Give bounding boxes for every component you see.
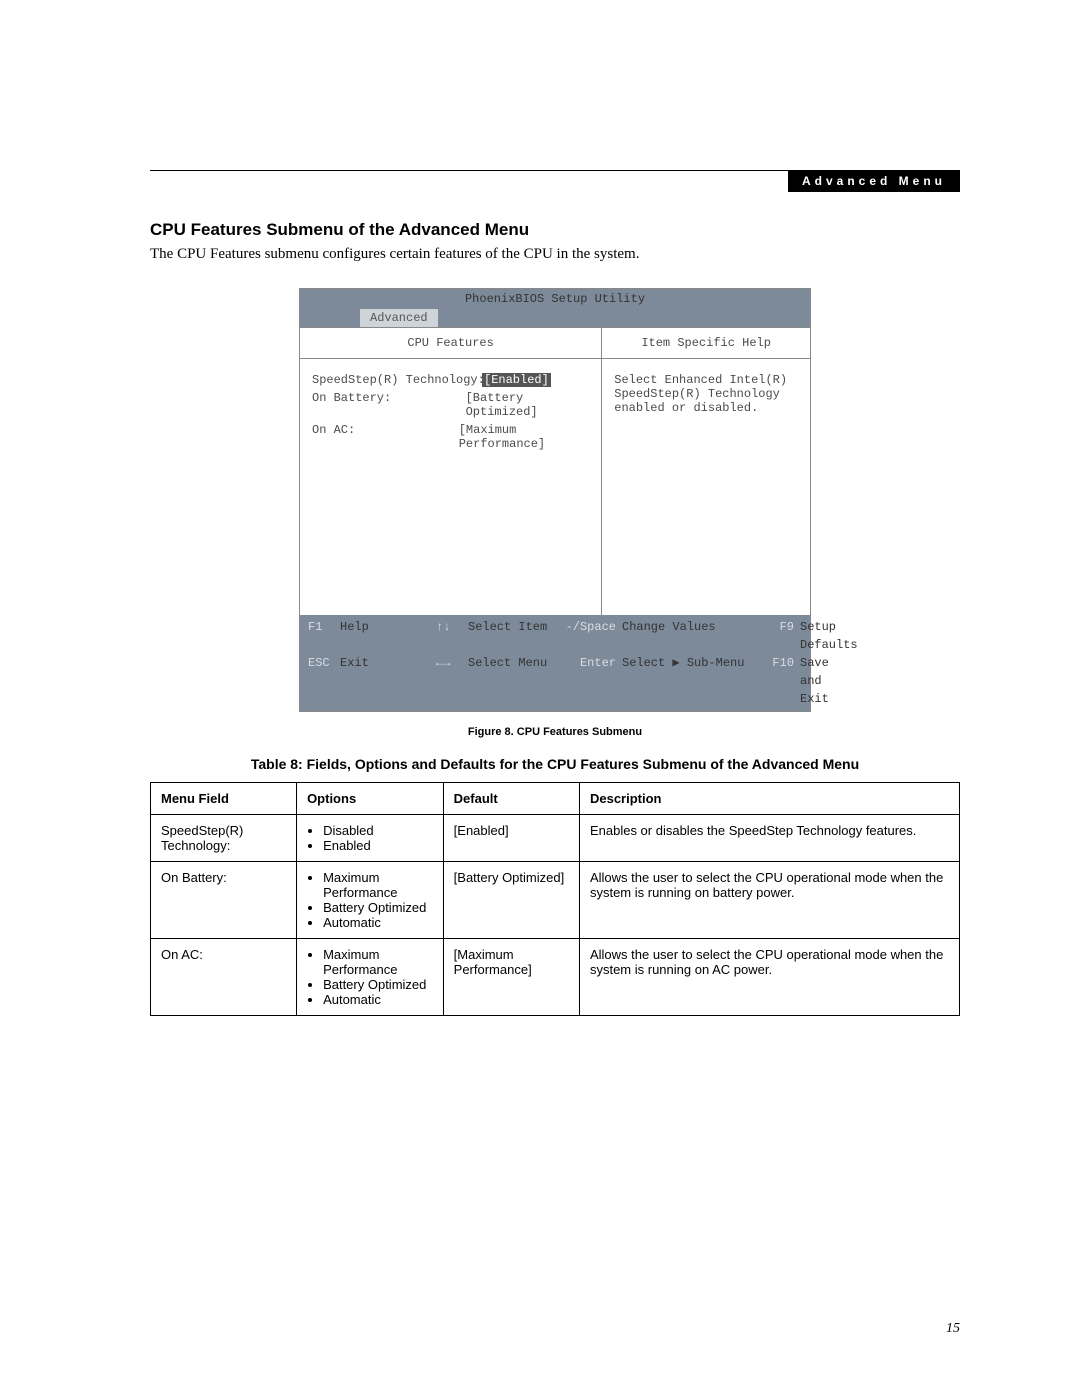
- option-item: Battery Optimized: [323, 900, 433, 915]
- bios-key: ←→: [436, 654, 462, 708]
- bios-key-label: Select ▶ Sub-Menu: [622, 654, 762, 708]
- bios-left-header: CPU Features: [300, 328, 601, 359]
- option-item: Disabled: [323, 823, 433, 838]
- cell-default: [Maximum Performance]: [443, 939, 579, 1016]
- bios-help-header: Item Specific Help: [602, 328, 810, 359]
- bios-key-label: Help: [340, 618, 430, 654]
- bios-value: [Maximum Performance]: [459, 423, 590, 451]
- cell-description: Allows the user to select the CPU operat…: [579, 862, 959, 939]
- cell-field: On Battery:: [151, 862, 297, 939]
- cell-options: Disabled Enabled: [297, 815, 444, 862]
- bios-value: [Battery Optimized]: [466, 391, 590, 419]
- bios-value-selected: [Enabled]: [482, 373, 551, 387]
- bios-tab-advanced: Advanced: [360, 309, 438, 327]
- cell-description: Enables or disables the SpeedStep Techno…: [579, 815, 959, 862]
- bios-footer: F1Help ↑↓Select Item -/SpaceChange Value…: [300, 615, 810, 711]
- bios-footer-row-1: F1Help ↑↓Select Item -/SpaceChange Value…: [308, 618, 802, 654]
- cell-options: Maximum Performance Battery Optimized Au…: [297, 862, 444, 939]
- table-row: On AC: Maximum Performance Battery Optim…: [151, 939, 960, 1016]
- bios-key: F1: [308, 618, 334, 654]
- bios-key: F10: [768, 654, 794, 708]
- bios-label: On AC:: [312, 423, 459, 451]
- bios-footer-row-2: ESCExit ←→Select Menu EnterSelect ▶ Sub-…: [308, 654, 802, 708]
- bios-key-label: Save and Exit: [800, 654, 829, 708]
- bios-key: ESC: [308, 654, 334, 708]
- bios-key-label: Select Item: [468, 618, 558, 654]
- page: Advanced Menu CPU Features Submenu of th…: [0, 0, 1080, 1397]
- table-header: Menu Field: [151, 783, 297, 815]
- bios-key: ↑↓: [436, 618, 462, 654]
- bios-key: -/Space: [564, 618, 616, 654]
- bios-row-on-ac: On AC: [Maximum Performance]: [312, 423, 589, 451]
- heading: CPU Features Submenu of the Advanced Men…: [150, 220, 960, 240]
- bios-label: On Battery:: [312, 391, 466, 419]
- section-badge: Advanced Menu: [788, 170, 960, 192]
- page-number: 15: [946, 1321, 960, 1337]
- cell-field: SpeedStep(R) Technology:: [151, 815, 297, 862]
- bios-tab-row: Advanced: [300, 309, 810, 327]
- bios-key-label: Change Values: [622, 618, 762, 654]
- bios-key: F9: [768, 618, 794, 654]
- intro-paragraph: The CPU Features submenu configures cert…: [150, 246, 960, 263]
- cell-default: [Enabled]: [443, 815, 579, 862]
- cell-default: [Battery Optimized]: [443, 862, 579, 939]
- bios-key-label: Select Menu: [468, 654, 558, 708]
- bios-screenshot: PhoenixBIOS Setup Utility Advanced CPU F…: [299, 288, 811, 712]
- cell-description: Allows the user to select the CPU operat…: [579, 939, 959, 1016]
- table-header: Description: [579, 783, 959, 815]
- bios-title: PhoenixBIOS Setup Utility: [300, 289, 810, 309]
- bios-key-label: Setup Defaults: [800, 618, 858, 654]
- figure-caption: Figure 8. CPU Features Submenu: [150, 726, 960, 738]
- option-item: Maximum Performance: [323, 870, 433, 900]
- table-row: On Battery: Maximum Performance Battery …: [151, 862, 960, 939]
- table-row: SpeedStep(R) Technology: Disabled Enable…: [151, 815, 960, 862]
- bios-help-text: Select Enhanced Intel(R) SpeedStep(R) Te…: [602, 359, 810, 429]
- bios-key-label: Exit: [340, 654, 430, 708]
- table-header: Options: [297, 783, 444, 815]
- bios-key: Enter: [564, 654, 616, 708]
- bios-label: SpeedStep(R) Technology:: [312, 373, 482, 387]
- table-caption: Table 8: Fields, Options and Defaults fo…: [150, 756, 960, 772]
- table-header: Default: [443, 783, 579, 815]
- bios-settings-list: SpeedStep(R) Technology: [Enabled] On Ba…: [300, 359, 601, 615]
- option-item: Battery Optimized: [323, 977, 433, 992]
- option-item: Automatic: [323, 915, 433, 930]
- option-item: Automatic: [323, 992, 433, 1007]
- bios-row-speedstep: SpeedStep(R) Technology: [Enabled]: [312, 373, 589, 387]
- bios-row-on-battery: On Battery: [Battery Optimized]: [312, 391, 589, 419]
- option-item: Maximum Performance: [323, 947, 433, 977]
- cell-field: On AC:: [151, 939, 297, 1016]
- table-8: Menu Field Options Default Description S…: [150, 782, 960, 1016]
- option-item: Enabled: [323, 838, 433, 853]
- cell-options: Maximum Performance Battery Optimized Au…: [297, 939, 444, 1016]
